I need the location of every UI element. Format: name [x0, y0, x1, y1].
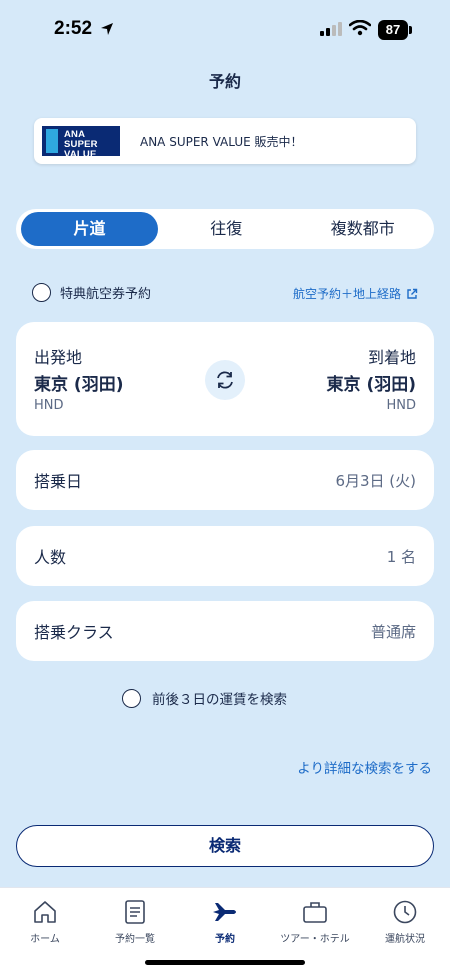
tab-tours-hotels-label: ツアー・ホテル — [280, 934, 350, 945]
tab-home-label: ホーム — [30, 934, 60, 945]
destination-label: 到着地 — [367, 348, 416, 367]
flight-ground-route-link[interactable]: 航空予約＋地上経路 — [293, 285, 418, 302]
cabin-value: 普通席 — [370, 622, 416, 641]
wifi-icon — [349, 20, 371, 36]
tab-flight-status-label: 運航状況 — [385, 934, 425, 945]
suitcase-icon — [303, 902, 327, 923]
route-link-label: 航空予約＋地上経路 — [292, 287, 401, 301]
home-icon — [34, 901, 56, 923]
award-ticket-option[interactable]: 特典航空券予約 — [32, 283, 151, 302]
origin-code: HND — [34, 398, 64, 413]
date-label: 搭乗日 — [34, 472, 83, 491]
swap-button[interactable] — [205, 360, 245, 400]
origin-label: 出発地 — [34, 348, 83, 367]
promo-banner[interactable]: ANA SUPER VALUE ANA SUPER VALUE 販売中！ — [34, 118, 416, 164]
trip-type-selector: 片道 往復 複数都市 — [16, 209, 434, 249]
status-time: 2:52 — [54, 18, 93, 39]
search-button[interactable]: 検索 — [16, 825, 434, 867]
logo-line-2: VALUE — [64, 149, 97, 160]
status-bar: 2:52 87 — [0, 0, 450, 60]
nearby-dates-radio[interactable] — [122, 688, 141, 708]
origin-destination-card: 出発地 東京 (羽田) HND 到着地 東京 (羽田) HND — [16, 322, 434, 436]
tab-multi-city[interactable]: 複数都市 — [295, 212, 432, 246]
logo-line-1: ANA SUPER — [64, 129, 98, 150]
clock-icon — [393, 900, 417, 924]
cabin-label: 搭乗クラス — [34, 623, 114, 642]
nearby-dates-fare-option[interactable]: 前後３日の運賃を検索 — [122, 688, 287, 708]
airplane-icon — [213, 903, 236, 921]
tab-round-trip[interactable]: 往復 — [158, 212, 295, 246]
document-list-icon — [125, 900, 145, 924]
award-radio[interactable] — [32, 283, 51, 302]
destination-code: HND — [386, 398, 416, 413]
cellular-signal-icon — [320, 22, 342, 36]
battery-level: 87 — [378, 20, 408, 40]
destination-city[interactable]: 東京 (羽田) — [327, 370, 416, 395]
tab-reserve-label: 予約 — [215, 934, 235, 945]
nearby-dates-label: 前後３日の運賃を検索 — [152, 692, 287, 708]
award-label: 特典航空券予約 — [60, 287, 152, 302]
date-value: 6月3日 (火) — [335, 471, 416, 490]
cabin-class-field[interactable]: 搭乗クラス 普通席 — [16, 601, 434, 661]
external-link-icon — [407, 288, 418, 299]
battery-tip — [409, 26, 412, 34]
ana-super-value-logo: ANA SUPER VALUE — [42, 126, 120, 160]
tab-flight-status[interactable]: 運航状況 — [360, 888, 450, 975]
page-title: 予約 — [208, 72, 241, 91]
tab-one-way[interactable]: 片道 — [21, 212, 158, 246]
home-indicator — [145, 960, 305, 965]
tab-bookings-label: 予約一覧 — [115, 934, 155, 945]
swap-arrows-icon — [217, 371, 233, 389]
departure-date-field[interactable]: 搭乗日 6月3日 (火) — [16, 450, 434, 510]
logo-stripe — [46, 129, 58, 153]
passenger-label: 人数 — [34, 548, 67, 567]
banner-text: ANA SUPER VALUE 販売中！ — [140, 134, 303, 149]
passenger-value: 1 名 — [386, 547, 416, 566]
passenger-count-field[interactable]: 人数 1 名 — [16, 526, 434, 586]
location-arrow-icon — [101, 23, 113, 35]
origin-city[interactable]: 東京 (羽田) — [34, 370, 123, 395]
tab-home[interactable]: ホーム — [0, 888, 90, 975]
advanced-search-link[interactable]: より詳細な検索をする — [297, 757, 432, 777]
